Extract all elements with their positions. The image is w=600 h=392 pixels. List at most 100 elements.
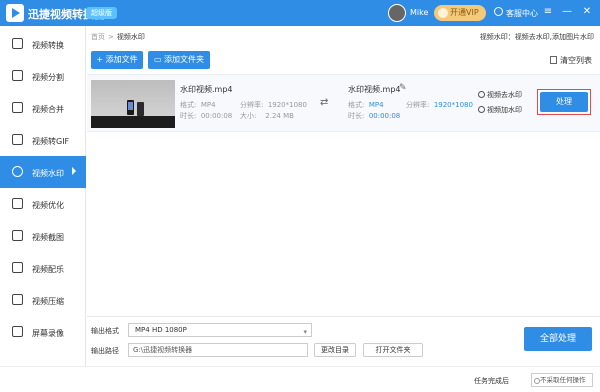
add-folder-label: 添加文件夹 [164,55,205,64]
vip-button[interactable]: 开通VIP [434,5,486,21]
add-file-button[interactable]: + 添加文件 [91,51,143,69]
output-format-label: 格式: [348,101,365,109]
sidebar-item-label: 视频转换 [32,41,64,50]
source-format-label: 格式: [180,101,197,109]
remove-watermark-button[interactable]: 视频去水印 [478,90,522,100]
sidebar-item-video-compress[interactable]: 视频压缩 [0,284,86,316]
watermark-icon [12,166,23,177]
breadcrumb-current: 视频水印 [116,33,145,41]
source-size-label: 大小: [240,112,257,120]
sidebar-item-label: 视频配乐 [32,265,64,274]
source-res-value: 1920*1080 [267,101,307,109]
process-highlight: 处理 [537,89,591,115]
title-bar: 迅捷视频转换器 超级版 Mike 开通VIP 客服中心 ≡ — ✕ [0,0,600,26]
sidebar-item-video-split[interactable]: 视频分割 [0,60,86,92]
sidebar-item-video-convert[interactable]: 视频转换 [0,28,86,60]
sidebar-item-video-optimize[interactable]: 视频优化 [0,188,86,220]
source-dur-label: 时长: [180,112,197,120]
clear-list-label: 清空列表 [560,56,592,65]
remove-watermark-icon [478,91,485,98]
sidebar-item-label: 视频优化 [32,201,64,210]
minimize-icon[interactable]: — [560,5,574,19]
output-res-value: 1920*1080 [433,101,473,109]
output-format-select[interactable]: MP4 HD 1080P ▾ [128,323,312,337]
source-dur-value: 00:00:08 [200,112,233,120]
sidebar-item-label: 视频压缩 [32,297,64,306]
video-convert-icon [12,38,23,49]
folder-icon: ▭ [153,55,165,64]
sidebar-item-label: 视频转GIF [32,137,70,146]
caret-right-icon [72,167,76,175]
output-format: 格式: MP4 [348,100,384,110]
list-item: 水印视频.mp4 格式: MP4 分辨率: 1920*1080 时长: 00:0… [87,74,600,132]
thumbnail-table [91,116,175,128]
change-dir-button[interactable]: 更改目录 [314,343,356,357]
video-split-icon [12,70,23,81]
source-size-value: 2.24 MB [265,112,294,120]
chevron-down-icon: ▾ [303,328,307,336]
process-all-button[interactable]: 全部处理 [524,327,592,351]
output-format-value: MP4 HD 1080P [135,326,187,334]
screenshot-icon [12,230,23,241]
main-panel: 首页 > 视频水印 视频水印：视频去水印,添加图片水印 + 添加文件 ▭ 添加文件夹… [87,26,600,316]
thumbnail-phone-screen [128,102,133,110]
headset-icon [494,7,503,16]
optimize-icon [12,198,23,209]
edit-pencil-icon[interactable]: ✎ [399,83,407,93]
output-dur-label: 时长: [348,112,365,120]
video-thumbnail[interactable] [91,80,175,128]
gif-icon [12,134,23,145]
add-file-label: 添加文件 [105,55,138,64]
add-folder-button[interactable]: ▭ 添加文件夹 [148,51,210,69]
output-resolution: 分辨率: 1920*1080 [406,100,473,110]
sidebar-item-label: 视频水印 [32,169,64,178]
output-duration: 时长: 00:00:08 [348,111,400,121]
username[interactable]: Mike [410,8,428,17]
sidebar-item-label: 视频截图 [32,233,64,242]
sidebar-item-video-screenshot[interactable]: 视频截图 [0,220,86,252]
source-res-label: 分辨率: [240,101,264,109]
sidebar: 视频转换 视频分割 视频合并 视频转GIF 视频水印 视频优化 视频截图 视频配… [0,26,86,366]
output-path-label: 输出路径 [91,347,119,355]
clear-list-button[interactable]: 清空列表 [550,55,592,66]
feature-hint: 视频水印：视频去水印,添加图片水印 [479,33,594,41]
add-watermark-button[interactable]: 视频加水印 [478,105,522,115]
shuffle-arrows-icon: ⇄ [320,97,329,108]
source-file-name: 水印视频.mp4 [180,85,233,94]
screen-record-icon [12,326,23,337]
avatar[interactable] [388,4,406,22]
close-icon[interactable]: ✕ [580,5,594,19]
after-task-select[interactable]: 不采取任何操作 [531,373,593,387]
service-center-link[interactable]: 客服中心 [506,8,538,19]
edition-badge: 超级版 [86,7,117,19]
sidebar-item-screen-record[interactable]: 屏幕录像 [0,316,86,348]
sidebar-item-video-merge[interactable]: 视频合并 [0,92,86,124]
output-settings: 输出格式 MP4 HD 1080P ▾ 输出路径 G:\迅捷视频转换器 更改目录… [87,316,600,366]
process-button[interactable]: 处理 [540,92,588,112]
open-folder-button[interactable]: 打开文件夹 [363,343,423,357]
sidebar-item-video-gif[interactable]: 视频转GIF [0,124,86,156]
breadcrumb-home[interactable]: 首页 [91,33,105,41]
sidebar-item-video-music[interactable]: 视频配乐 [0,252,86,284]
sidebar-item-label: 视频分割 [32,73,64,82]
plus-icon: + [96,55,106,64]
breadcrumb-separator: > [108,33,114,41]
menu-icon[interactable]: ≡ [541,5,555,19]
sidebar-item-video-watermark[interactable]: 视频水印 [0,156,86,188]
output-path-field[interactable]: G:\迅捷视频转换器 [128,343,308,357]
source-format-value: MP4 [200,101,216,109]
source-size: 大小: 2.24 MB [240,111,294,121]
sidebar-item-label: 屏幕录像 [32,329,64,338]
sidebar-item-label: 视频合并 [32,105,64,114]
thumbnail-phone [137,102,144,116]
output-format-value: MP4 [368,101,384,109]
source-duration: 时长: 00:00:08 [180,111,232,121]
breadcrumb: 首页 > 视频水印 [91,32,145,42]
remove-watermark-label: 视频去水印 [487,91,522,99]
trash-icon [550,56,557,64]
after-task-label: 任务完成后 [474,377,509,385]
add-watermark-label: 视频加水印 [487,106,522,114]
output-dur-value: 00:00:08 [368,112,401,120]
source-resolution: 分辨率: 1920*1080 [240,100,307,110]
compress-icon [12,294,23,305]
